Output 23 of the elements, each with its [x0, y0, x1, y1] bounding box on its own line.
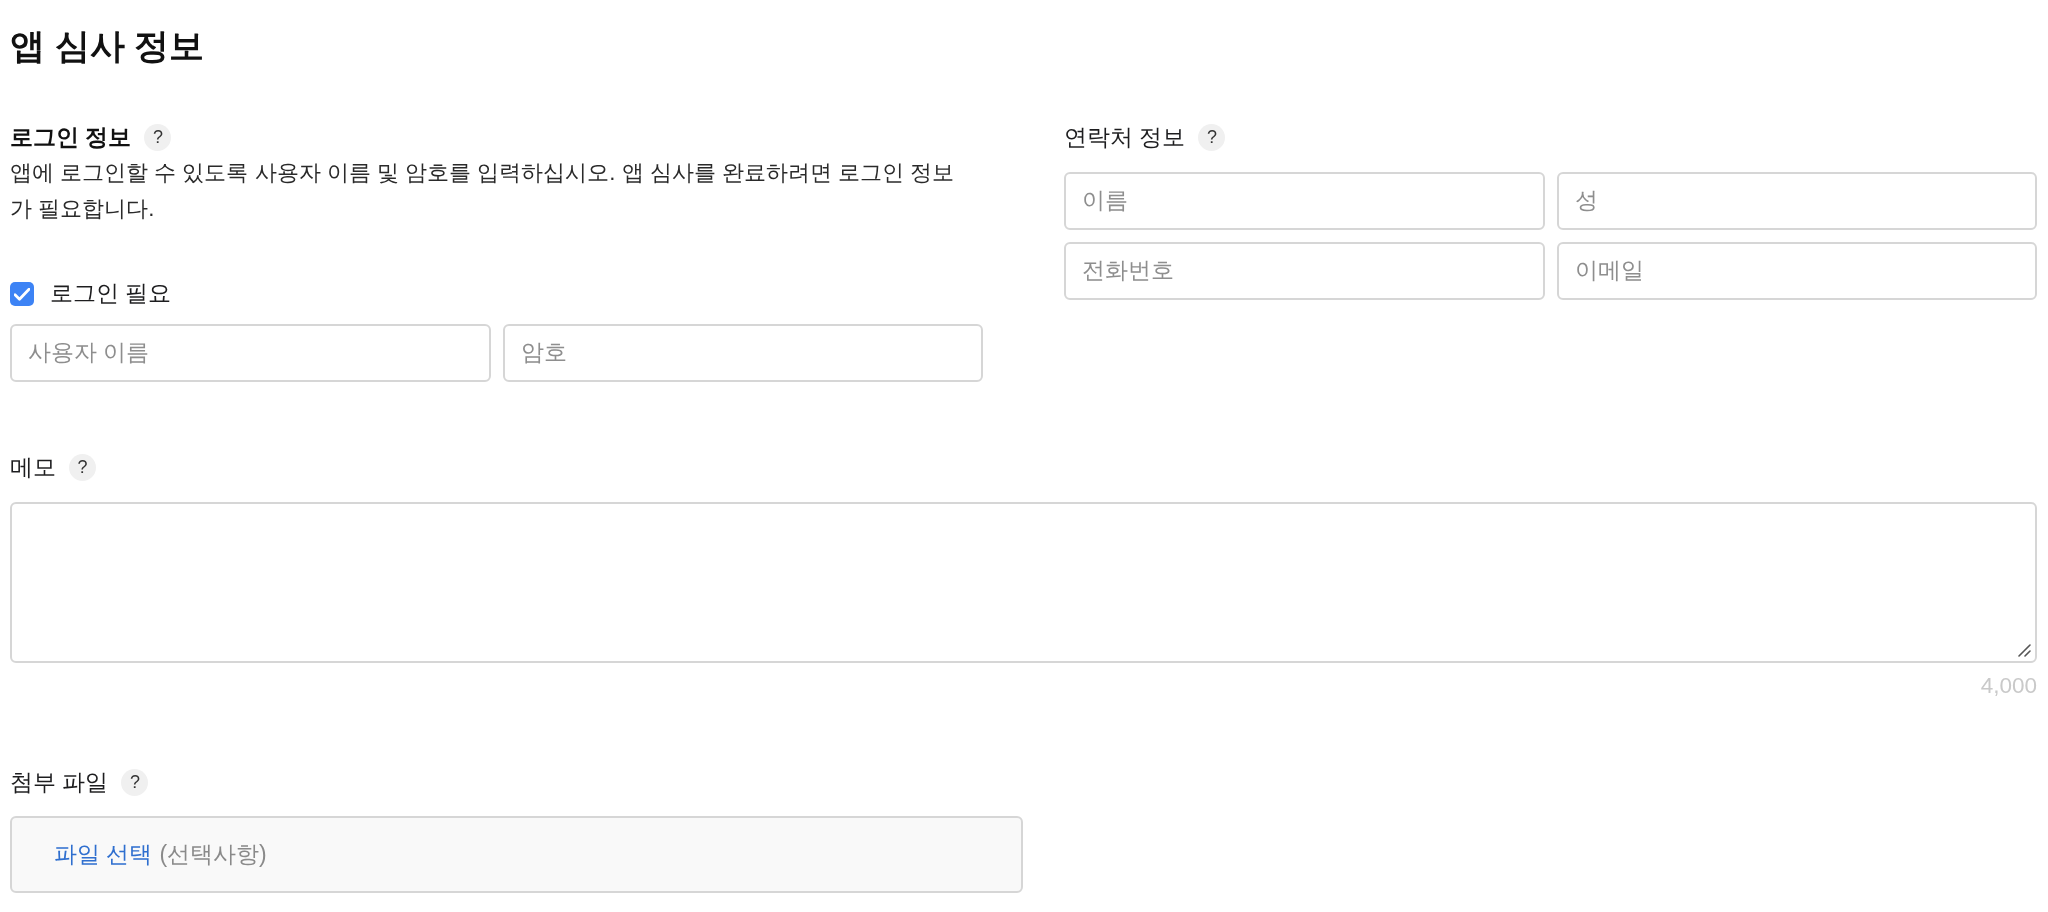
section-heading: 연락처 정보 [1064, 123, 1186, 152]
username-field[interactable]: 사용자 이름 [10, 324, 491, 382]
section-heading: 로그인 정보 [10, 123, 132, 152]
section-heading: 메모 [10, 453, 56, 482]
resize-handle-icon[interactable] [2018, 644, 2031, 657]
password-field[interactable]: 암호 [502, 324, 983, 382]
page-title: 앱 심사 정보 [10, 25, 205, 67]
check-icon [14, 287, 30, 301]
optional-hint: (선택사항) [159, 840, 267, 870]
help-button[interactable]: ? [69, 453, 96, 481]
phone-field[interactable]: 전화번호 [1064, 242, 1545, 300]
description-text: 앱에 로그인할 수 있도록 사용자 이름 및 암호를 입력하십시오. 앱 심사를 완료하려면 로그인 정보가 필요합니다. [10, 159, 956, 223]
checkbox[interactable] [10, 282, 34, 306]
help-button[interactable]: ? [1198, 123, 1226, 151]
first-name-field[interactable]: 이름 [1064, 172, 1545, 230]
help-button[interactable]: ? [144, 123, 172, 151]
choose-file-link[interactable]: 파일 선택 [54, 837, 153, 872]
checkbox-label: 로그인 필요 [50, 280, 172, 308]
help-button[interactable]: ? [121, 768, 149, 796]
email-field[interactable]: 이메일 [1556, 242, 2037, 300]
memo-field[interactable] [10, 502, 2037, 663]
section-heading: 첨부 파일 [10, 768, 109, 797]
last-name-field[interactable]: 성 [1556, 172, 2037, 230]
